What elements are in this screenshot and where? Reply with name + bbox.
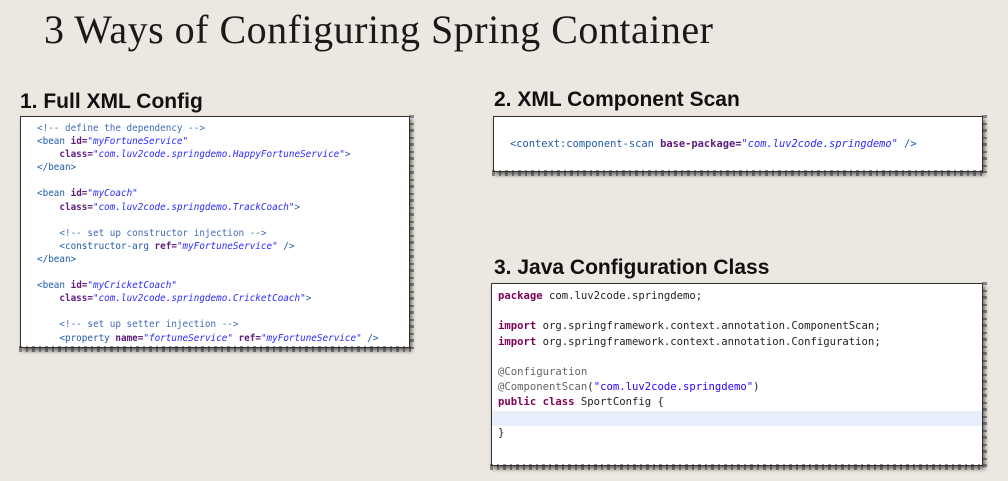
code-line: class="com.luv2code.springdemo.CricketCo… [37,292,409,305]
code-token: import [498,320,537,333]
code-panel-full-xml: <!-- define the dependency --> <bean id="… [19,115,414,352]
code-token: <!-- set up setter injection --> [59,319,239,331]
code-token: <!-- define the dependency --> [37,123,205,134]
code-token: id= [70,188,88,200]
code-token: <bean [37,280,71,292]
code-line: import org.springframework.context.annot… [492,335,982,350]
code-token: name= [115,332,144,344]
code-token: class= [59,201,93,213]
code-block-java-config: package com.luv2code.springdemo; import … [492,284,982,441]
code-token: </bean> [37,162,77,174]
code-line: <!-- define the dependency --> [37,122,409,135]
code-token: > [305,293,312,305]
code-line [492,410,982,426]
code-block-full-xml: <!-- define the dependency --> <bean id="… [21,117,409,345]
code-token: id= [70,136,88,148]
code-line: </bean> [37,253,409,266]
heading-java-configuration-class: 3. Java Configuration Class [494,256,770,279]
code-line: class="com.luv2code.springdemo.TrackCoac… [37,201,409,214]
code-token: package [498,290,543,302]
code-token: "myFortuneService" [260,332,362,344]
code-token: </bean> [37,253,77,265]
code-token: > [344,149,351,161]
code-line: @Configuration [492,365,982,380]
code-line: <!-- set up setter injection --> [37,318,409,331]
code-line: <bean id="myCoach" [37,187,409,200]
code-line: class="com.luv2code.springdemo.HappyFort… [37,148,409,161]
heading-xml-component-scan: 2. XML Component Scan [494,88,740,111]
code-line: <bean id="myFortuneService" [37,135,409,148]
code-token: /> [897,138,917,150]
code-token: org.springframework.context.annotation.C… [536,335,881,348]
code-line: @ComponentScan("com.luv2code.springdemo"… [492,380,982,395]
code-token: "com.luv2code.springdemo.CricketCoach" [92,293,306,305]
code-line: <bean id="myCricketCoach" [37,279,409,292]
code-panel-component-scan: <context:component-scan base-package="co… [492,115,987,176]
code-token: "com.luv2code.springdemo" [741,138,898,150]
code-token: "com.luv2code.springdemo.HappyFortuneSer… [92,149,345,161]
code-token: id= [70,280,88,292]
code-token: class= [59,149,93,161]
code-token: base-package= [660,138,742,150]
code-line: } [492,426,982,441]
code-line: public class SportConfig { [492,395,982,410]
code-token: > [294,201,301,213]
code-token: "myCoach" [87,188,138,200]
code-token: public class [498,396,575,409]
code-token: ) [753,381,760,394]
code-token: <context:component-scan [510,138,661,150]
code-token: class= [59,293,93,305]
code-token: ref= [232,332,261,344]
heading-full-xml-config: 1. Full XML Config [20,90,203,113]
code-token: org.springframework.context.annotation.C… [536,320,881,333]
code-line: <context:component-scan base-package="co… [510,138,982,151]
code-token: ref= [154,240,177,252]
slide-title: 3 Ways of Configuring Spring Container [44,7,714,52]
code-token: @ComponentScan [498,381,588,394]
code-token: SportConfig { [574,396,664,409]
code-token: <!-- set up constructor injection --> [59,227,267,239]
code-panel-java-config: package com.luv2code.springdemo; import … [490,282,987,470]
code-token: <constructor-arg [59,240,155,252]
code-token: "com.luv2code.springdemo.TrackCoach" [92,201,295,213]
code-token: "myFortuneService" [176,240,278,252]
code-token: <bean [37,188,71,200]
code-line: <constructor-arg ref="myFortuneService" … [37,240,409,253]
code-token: <property [59,332,116,344]
code-block-component-scan: <context:component-scan base-package="co… [494,117,982,151]
code-token: /> [277,240,295,252]
code-line: </bean> [37,161,409,174]
code-token: } [498,426,505,439]
code-line: package com.luv2code.springdemo; [492,289,982,304]
code-token: import [498,335,537,348]
code-token: "com.luv2code.springdemo" [593,381,754,394]
code-line: <property name="fortuneService" ref="myF… [37,332,409,345]
code-token: "fortuneService" [143,332,233,344]
code-token: @Configuration [498,365,588,378]
code-token: <bean [37,136,71,148]
code-token: "myCricketCoach" [87,280,177,292]
code-token: /> [361,332,379,344]
code-token: "myFortuneService" [87,136,189,148]
code-line: <!-- set up constructor injection --> [37,227,409,240]
code-token: com.luv2code.springdemo; [542,290,703,302]
code-line: import org.springframework.context.annot… [492,319,982,334]
